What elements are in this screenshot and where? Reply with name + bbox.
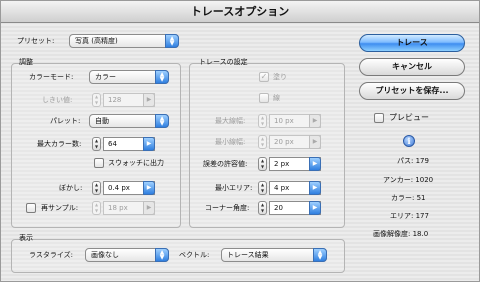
stat-colors: カラー: 51 <box>391 194 426 202</box>
swatch-output-label: スウォッチに出力 <box>108 159 164 167</box>
resample-checkbox[interactable] <box>26 203 36 213</box>
color-mode-value: カラー <box>95 73 116 81</box>
right-arrow-icon: ▶ <box>143 137 155 151</box>
fill-label: 塗り <box>273 73 287 81</box>
right-arrow-icon: ▶ <box>143 181 155 195</box>
trace-options-dialog: トレースオプション プリセット: 写真 (高精度) ▲ ▼ 調整 カラーモード: … <box>0 0 480 282</box>
preset-value: 写真 (高精度) <box>75 37 118 45</box>
vector-label: ベクトル: <box>179 251 210 259</box>
max-colors-stepper[interactable]: ▲ ▼ <box>92 137 101 151</box>
threshold-label: しきい値: <box>42 96 73 104</box>
right-arrow-icon: ▶ <box>309 114 321 128</box>
resample-label: 再サンプル: <box>41 204 79 212</box>
display-group-title: 表示 <box>19 234 33 242</box>
vector-value: トレース結果 <box>227 251 269 259</box>
corner-angle-field[interactable]: 20 ▶ <box>269 201 321 215</box>
resample-field[interactable]: 18 px ▶ <box>103 201 155 215</box>
resample-value: 18 px <box>108 204 128 212</box>
right-arrow-icon: ▶ <box>309 157 321 171</box>
vector-popup[interactable]: トレース結果 ▲ ▼ <box>221 248 327 262</box>
corner-angle-stepper[interactable]: ▲ ▼ <box>258 201 267 215</box>
blur-label: ぼかし: <box>59 184 83 192</box>
corner-angle-value: 20 <box>274 204 283 212</box>
corner-angle-label: コーナー角度: <box>205 204 250 212</box>
right-arrow-icon: ▶ <box>143 93 155 107</box>
min-area-label: 最小エリア: <box>215 184 253 192</box>
stroke-label: 線 <box>273 94 280 102</box>
info-icon: i <box>403 135 415 147</box>
min-area-field[interactable]: 4 px ▶ <box>269 181 321 195</box>
preview-label: プレビュー <box>389 113 429 122</box>
stroke-checkbox[interactable] <box>259 93 269 103</box>
max-colors-label: 最大カラー数: <box>37 140 82 148</box>
rasterize-value: 画像なし <box>91 251 119 259</box>
blur-field[interactable]: 0.4 px ▶ <box>103 181 155 195</box>
popup-arrows-icon: ▲ ▼ <box>155 248 169 262</box>
tolerance-stepper[interactable]: ▲ ▼ <box>258 157 267 171</box>
resample-stepper[interactable]: ▲ ▼ <box>92 201 101 215</box>
min-stroke-label: 最小線幅: <box>215 138 246 146</box>
right-arrow-icon: ▶ <box>309 201 321 215</box>
min-stroke-field[interactable]: 20 px ▶ <box>269 135 321 149</box>
max-stroke-field[interactable]: 10 px ▶ <box>269 114 321 128</box>
stat-areas: エリア: 177 <box>390 212 429 220</box>
fill-checkbox[interactable]: ✓ <box>259 72 269 82</box>
popup-arrows-icon: ▲ ▼ <box>165 34 179 48</box>
rasterize-label: ラスタライズ: <box>29 251 74 259</box>
palette-value: 自動 <box>95 117 109 125</box>
stat-anchors: アンカー: 1020 <box>383 176 434 184</box>
right-arrow-icon: ▶ <box>143 201 155 215</box>
color-mode-label: カラーモード: <box>29 73 74 81</box>
right-arrow-icon: ▶ <box>309 135 321 149</box>
preset-label: プリセット: <box>17 37 55 45</box>
max-stroke-label: 最大線幅: <box>215 117 246 125</box>
threshold-value: 128 <box>108 96 122 104</box>
stat-paths: パス: 179 <box>397 157 429 165</box>
blur-stepper[interactable]: ▲ ▼ <box>92 181 101 195</box>
popup-arrows-icon: ▲ ▼ <box>313 248 327 262</box>
threshold-field[interactable]: 128 ▶ <box>103 93 155 107</box>
max-stroke-value: 10 px <box>274 117 294 125</box>
popup-arrows-icon: ▲ ▼ <box>155 70 169 84</box>
trace-settings-title: トレースの設定 <box>199 58 248 66</box>
swatch-output-checkbox[interactable] <box>94 158 104 168</box>
max-colors-field[interactable]: 64 ▶ <box>103 137 155 151</box>
tolerance-value: 2 px <box>274 160 290 168</box>
max-stroke-stepper[interactable]: ▲ ▼ <box>258 114 267 128</box>
min-area-value: 4 px <box>274 184 290 192</box>
save-preset-button[interactable]: プリセットを保存... <box>359 82 465 100</box>
adjust-group-title: 調整 <box>19 58 33 66</box>
popup-arrows-icon: ▲ ▼ <box>155 114 169 128</box>
palette-popup[interactable]: 自動 ▲ ▼ <box>89 114 169 128</box>
min-stroke-stepper[interactable]: ▲ ▼ <box>258 135 267 149</box>
tolerance-label: 誤差の許容値: <box>203 160 248 168</box>
trace-button[interactable]: トレース <box>359 34 465 52</box>
palette-label: パレット: <box>50 117 81 125</box>
blur-value: 0.4 px <box>108 184 130 192</box>
right-arrow-icon: ▶ <box>309 181 321 195</box>
stat-resolution: 画像解像度: 18.0 <box>373 230 429 238</box>
rasterize-popup[interactable]: 画像なし ▲ ▼ <box>85 248 169 262</box>
tolerance-field[interactable]: 2 px ▶ <box>269 157 321 171</box>
min-stroke-value: 20 px <box>274 138 294 146</box>
window-title: トレースオプション <box>1 1 479 23</box>
threshold-stepper[interactable]: ▲ ▼ <box>92 93 101 107</box>
preset-popup[interactable]: 写真 (高精度) ▲ ▼ <box>69 34 179 48</box>
max-colors-value: 64 <box>108 140 117 148</box>
preview-checkbox[interactable] <box>374 113 384 123</box>
min-area-stepper[interactable]: ▲ ▼ <box>258 181 267 195</box>
color-mode-popup[interactable]: カラー ▲ ▼ <box>89 70 169 84</box>
cancel-button[interactable]: キャンセル <box>359 58 465 76</box>
